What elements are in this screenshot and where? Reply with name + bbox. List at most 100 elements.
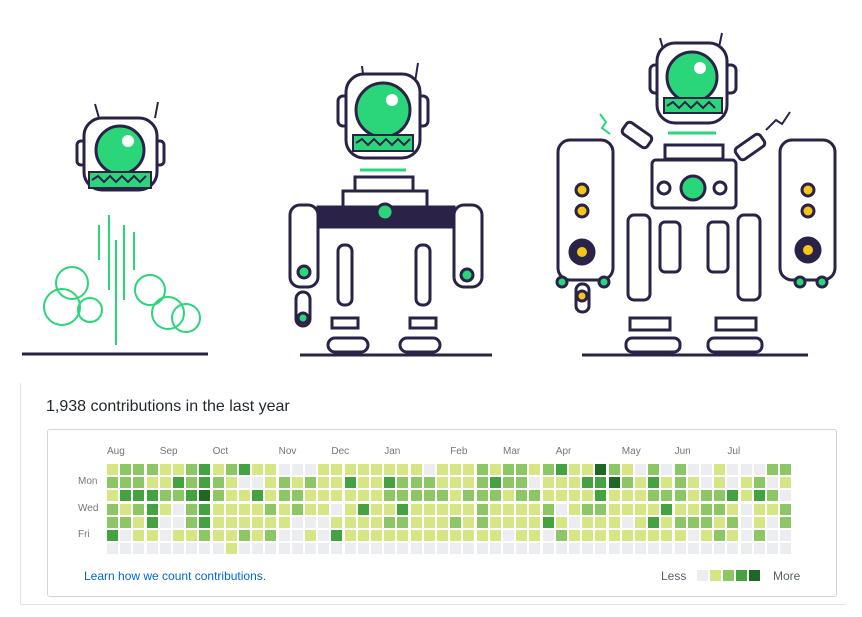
calendar-day-cell[interactable] (450, 516, 462, 528)
calendar-day-cell[interactable] (582, 530, 594, 541)
calendar-day-cell[interactable] (252, 516, 264, 528)
calendar-day-cell[interactable] (384, 490, 396, 502)
calendar-day-cell[interactable] (212, 543, 224, 555)
calendar-day-cell[interactable] (489, 530, 501, 541)
calendar-day-cell[interactable] (344, 477, 356, 489)
calendar-day-cell[interactable] (569, 503, 580, 515)
calendar-day-cell[interactable] (555, 530, 567, 541)
calendar-day-cell[interactable] (397, 503, 409, 515)
calendar-day-cell[interactable] (423, 464, 435, 475)
calendar-day-cell[interactable] (542, 477, 554, 489)
calendar-day-cell[interactable] (278, 543, 290, 555)
calendar-day-cell[interactable] (674, 503, 686, 515)
calendar-day-cell[interactable] (265, 543, 277, 555)
calendar-day-cell[interactable] (146, 464, 158, 475)
calendar-day-cell[interactable] (371, 490, 382, 502)
calendar-day-cell[interactable] (714, 543, 726, 555)
calendar-day-cell[interactable] (450, 464, 462, 475)
calendar-day-cell[interactable] (410, 477, 422, 489)
calendar-day-cell[interactable] (476, 543, 488, 555)
calendar-day-cell[interactable] (648, 530, 660, 541)
calendar-day-cell[interactable] (476, 490, 488, 502)
calendar-day-cell[interactable] (463, 516, 475, 528)
calendar-day-cell[interactable] (555, 516, 567, 528)
calendar-day-cell[interactable] (212, 503, 224, 515)
calendar-day-cell[interactable] (476, 477, 488, 489)
calendar-day-cell[interactable] (648, 464, 660, 475)
calendar-day-cell[interactable] (489, 464, 501, 475)
calendar-day-cell[interactable] (621, 477, 633, 489)
calendar-day-cell[interactable] (318, 477, 330, 489)
calendar-day-cell[interactable] (186, 530, 198, 541)
calendar-day-cell[interactable] (384, 543, 396, 555)
calendar-day-cell[interactable] (159, 477, 171, 489)
calendar-day-cell[interactable] (305, 543, 316, 555)
calendar-day-cell[interactable] (239, 490, 250, 502)
calendar-day-cell[interactable] (344, 516, 356, 528)
calendar-day-cell[interactable] (463, 543, 475, 555)
calendar-day-cell[interactable] (344, 530, 356, 541)
calendar-day-cell[interactable] (582, 477, 594, 489)
calendar-day-cell[interactable] (252, 503, 264, 515)
calendar-day-cell[interactable] (569, 543, 580, 555)
calendar-day-cell[interactable] (186, 543, 198, 555)
calendar-day-cell[interactable] (159, 530, 171, 541)
calendar-day-cell[interactable] (199, 503, 211, 515)
calendar-day-cell[interactable] (265, 477, 277, 489)
calendar-day-cell[interactable] (780, 490, 792, 502)
calendar-day-cell[interactable] (780, 503, 792, 515)
calendar-day-cell[interactable] (740, 530, 752, 541)
calendar-day-cell[interactable] (714, 477, 726, 489)
calendar-day-cell[interactable] (701, 490, 712, 502)
calendar-day-cell[interactable] (278, 490, 290, 502)
calendar-day-cell[interactable] (740, 516, 752, 528)
calendar-day-cell[interactable] (608, 477, 620, 489)
calendar-day-cell[interactable] (687, 543, 699, 555)
calendar-day-cell[interactable] (133, 503, 145, 515)
calendar-day-cell[interactable] (305, 530, 316, 541)
calendar-day-cell[interactable] (753, 464, 765, 475)
calendar-day-cell[interactable] (767, 543, 778, 555)
calendar-day-cell[interactable] (687, 490, 699, 502)
calendar-day-cell[interactable] (635, 516, 646, 528)
calendar-day-cell[interactable] (265, 516, 277, 528)
calendar-day-cell[interactable] (107, 464, 118, 475)
calendar-day-cell[interactable] (239, 516, 250, 528)
calendar-day-cell[interactable] (120, 490, 132, 502)
calendar-day-cell[interactable] (529, 477, 541, 489)
calendar-day-cell[interactable] (410, 490, 422, 502)
calendar-day-cell[interactable] (133, 464, 145, 475)
calendar-day-cell[interactable] (344, 464, 356, 475)
calendar-day-cell[interactable] (199, 516, 211, 528)
calendar-day-cell[interactable] (239, 503, 250, 515)
calendar-day-cell[interactable] (437, 516, 448, 528)
calendar-day-cell[interactable] (173, 477, 184, 489)
calendar-day-cell[interactable] (318, 503, 330, 515)
calendar-day-cell[interactable] (463, 464, 475, 475)
calendar-day-cell[interactable] (410, 543, 422, 555)
calendar-day-cell[interactable] (489, 503, 501, 515)
calendar-day-cell[interactable] (146, 503, 158, 515)
calendar-day-cell[interactable] (318, 516, 330, 528)
calendar-day-cell[interactable] (173, 490, 184, 502)
calendar-day-cell[interactable] (661, 516, 673, 528)
calendar-day-cell[interactable] (621, 530, 633, 541)
calendar-day-cell[interactable] (120, 477, 132, 489)
calendar-day-cell[interactable] (225, 503, 237, 515)
calendar-day-cell[interactable] (357, 516, 369, 528)
calendar-day-cell[interactable] (463, 490, 475, 502)
calendar-day-cell[interactable] (159, 503, 171, 515)
calendar-day-cell[interactable] (740, 490, 752, 502)
calendar-day-cell[interactable] (371, 543, 382, 555)
calendar-day-cell[interactable] (291, 503, 303, 515)
calendar-day-cell[interactable] (120, 503, 132, 515)
calendar-day-cell[interactable] (529, 490, 541, 502)
calendar-day-cell[interactable] (542, 530, 554, 541)
calendar-day-cell[interactable] (450, 543, 462, 555)
calendar-day-cell[interactable] (450, 490, 462, 502)
learn-contributions-link[interactable]: Learn how we count contributions. (84, 569, 266, 583)
calendar-day-cell[interactable] (674, 464, 686, 475)
calendar-day-cell[interactable] (252, 477, 264, 489)
calendar-day-cell[interactable] (503, 530, 514, 541)
calendar-day-cell[interactable] (159, 490, 171, 502)
